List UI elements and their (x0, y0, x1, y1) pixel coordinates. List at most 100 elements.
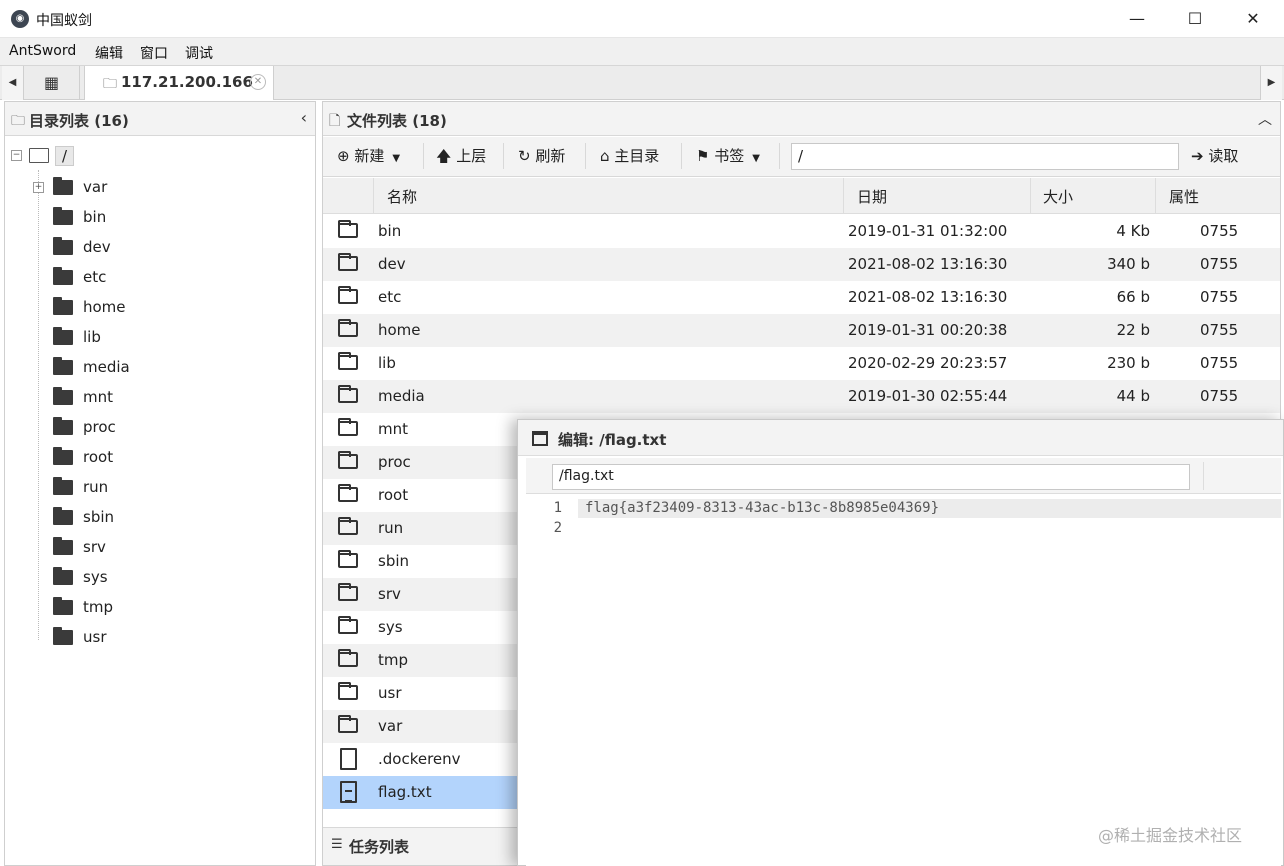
minimize-button[interactable]: — (1108, 0, 1166, 38)
folder-icon (53, 177, 73, 195)
file-row-lib[interactable]: lib 2020-02-29 20:23:57 230 b 0755 (323, 347, 1280, 380)
tree-item-label: bin (83, 208, 107, 226)
file-name: var (378, 717, 403, 735)
tree-item-label: sys (83, 568, 108, 586)
file-row-home[interactable]: home 2019-01-31 00:20:38 22 b 0755 (323, 314, 1280, 347)
file-name: dev (378, 255, 406, 273)
folder-icon (53, 237, 73, 255)
file-toolbar: ⊕ 新建 ▼ 🡅 上层 ↻ 刷新 ⌂ 主目录 ⚑ 书签 ▼ / ➔ 读取 (323, 137, 1280, 177)
up-button[interactable]: 🡅 上层 (436, 145, 486, 171)
tab-scroll-right-icon[interactable]: ▶ (1260, 66, 1282, 100)
expand-toggle-icon[interactable]: + (33, 182, 44, 193)
folder-outline-icon (338, 352, 358, 370)
directory-panel-title: 目录列表 (16) (29, 112, 129, 130)
file-size: 4 Kb (1116, 222, 1150, 240)
column-divider (1030, 178, 1031, 214)
column-divider (843, 178, 844, 214)
code-editor[interactable]: 1 2 flag{a3f23409-8313-43ac-b13c-8b8985e… (526, 498, 1281, 866)
file-name: usr (378, 684, 402, 702)
watermark: @稀土掘金技术社区 (1098, 826, 1243, 845)
read-button[interactable]: ➔ 读取 (1191, 145, 1238, 166)
directory-panel: 🗀 目录列表 (16) ‹ − / + var bin dev etc home lib medi… (4, 101, 316, 866)
new-button[interactable]: ⊕ 新建 ▼ (337, 145, 400, 166)
tab-host[interactable]: 🗀 117.21.200.166 ✕ (84, 66, 274, 100)
title-bar: ◉ 中国蚁剑 — ☐ ✕ (0, 0, 1284, 38)
folder-outline-icon (29, 148, 49, 163)
file-outline-icon: 🗋 (329, 113, 341, 129)
file-date: 2020-02-29 20:23:57 (848, 354, 1008, 372)
tree-item-label: etc (83, 268, 107, 286)
line-number: 2 (553, 520, 562, 536)
folder-outline-icon (338, 484, 358, 502)
tree-root-label: / (55, 146, 75, 166)
file-row-dev[interactable]: dev 2021-08-02 13:16:30 340 b 0755 (323, 248, 1280, 281)
toolbar-divider (503, 143, 504, 169)
toolbar-divider (681, 143, 682, 169)
folder-icon (53, 417, 73, 435)
file-name: srv (378, 585, 401, 603)
editor-path-input[interactable]: /flag.txt (552, 464, 1190, 490)
menu-window[interactable]: 窗口 (140, 43, 168, 63)
folder-outline-icon (338, 649, 358, 667)
file-grid-header: 名称 日期 大小 属性 (323, 178, 1280, 214)
directory-panel-header: 🗀 目录列表 (16) ‹ (5, 102, 315, 136)
list-icon: ☰ (331, 837, 343, 852)
column-name[interactable]: 名称 (387, 186, 417, 207)
menu-debug[interactable]: 调试 (185, 43, 213, 63)
tab-scroll-left-icon[interactable]: ◀ (2, 66, 24, 100)
file-panel-header: 🗋 文件列表 (18) ︿ (323, 102, 1280, 136)
file-size: 22 b (1116, 321, 1150, 339)
code-line[interactable]: flag{a3f23409-8313-43ac-b13c-8b8985e0436… (585, 500, 939, 516)
tab-bar: ◀ ▦ 🗀 117.21.200.166 ✕ ▶ (0, 66, 1284, 100)
menu-antsword[interactable]: AntSword (9, 43, 76, 59)
file-name: bin (378, 222, 402, 240)
folder-icon (53, 477, 73, 495)
file-attr: 0755 (1200, 321, 1239, 339)
folder-outline-icon (338, 682, 358, 700)
collapse-left-icon[interactable]: ‹ (301, 108, 307, 127)
path-input[interactable]: / (791, 143, 1179, 170)
file-attr: 0755 (1200, 222, 1239, 240)
column-divider (1155, 178, 1156, 214)
file-name: lib (378, 354, 396, 372)
file-name: sys (378, 618, 403, 636)
tree-item-label: root (83, 448, 114, 466)
tree-item-label: sbin (83, 508, 115, 526)
folder-icon (53, 327, 73, 345)
file-name: mnt (378, 420, 408, 438)
refresh-button[interactable]: ↻ 刷新 (518, 145, 565, 166)
arrow-up-icon: 🡅 (436, 147, 457, 165)
tree-item-label: usr (83, 628, 107, 646)
refresh-icon: ↻ (518, 147, 536, 165)
menu-edit[interactable]: 编辑 (95, 43, 123, 63)
collapse-up-icon[interactable]: ︿ (1258, 109, 1272, 129)
tab-close-icon[interactable]: ✕ (250, 74, 266, 90)
home-dir-button[interactable]: ⌂ 主目录 (600, 145, 659, 166)
tree-item-label: run (83, 478, 109, 496)
editor-toolbar: /flag.txt (526, 458, 1281, 494)
toolbar-divider (779, 143, 780, 169)
file-name: proc (378, 453, 411, 471)
column-attr[interactable]: 属性 (1169, 186, 1199, 207)
column-date[interactable]: 日期 (857, 186, 887, 207)
line-number: 1 (553, 500, 562, 516)
maximize-button[interactable]: ☐ (1166, 0, 1224, 38)
file-row-etc[interactable]: etc 2021-08-02 13:16:30 66 b 0755 (323, 281, 1280, 314)
file-name: root (378, 486, 409, 504)
bookmark-button[interactable]: ⚑ 书签 ▼ (696, 145, 760, 166)
file-row-media[interactable]: media 2019-01-30 02:55:44 44 b 0755 (323, 380, 1280, 413)
folder-outline-icon (338, 583, 358, 601)
column-size[interactable]: 大小 (1043, 186, 1073, 207)
close-button[interactable]: ✕ (1224, 0, 1282, 38)
file-row-bin[interactable]: bin 2019-01-31 01:32:00 4 Kb 0755 (323, 215, 1280, 248)
file-date: 2019-01-31 01:32:00 (848, 222, 1008, 240)
file-panel-title: 文件列表 (18) (347, 112, 447, 130)
collapse-toggle-icon[interactable]: − (11, 150, 22, 161)
folder-outline-icon (338, 715, 358, 733)
folder-icon (53, 537, 73, 555)
tab-home-grid-icon[interactable]: ▦ (24, 66, 80, 100)
folder-icon (53, 207, 73, 225)
task-list-label: 任务列表 (349, 838, 410, 856)
file-name: tmp (378, 651, 409, 669)
home-icon: ⌂ (600, 147, 615, 165)
